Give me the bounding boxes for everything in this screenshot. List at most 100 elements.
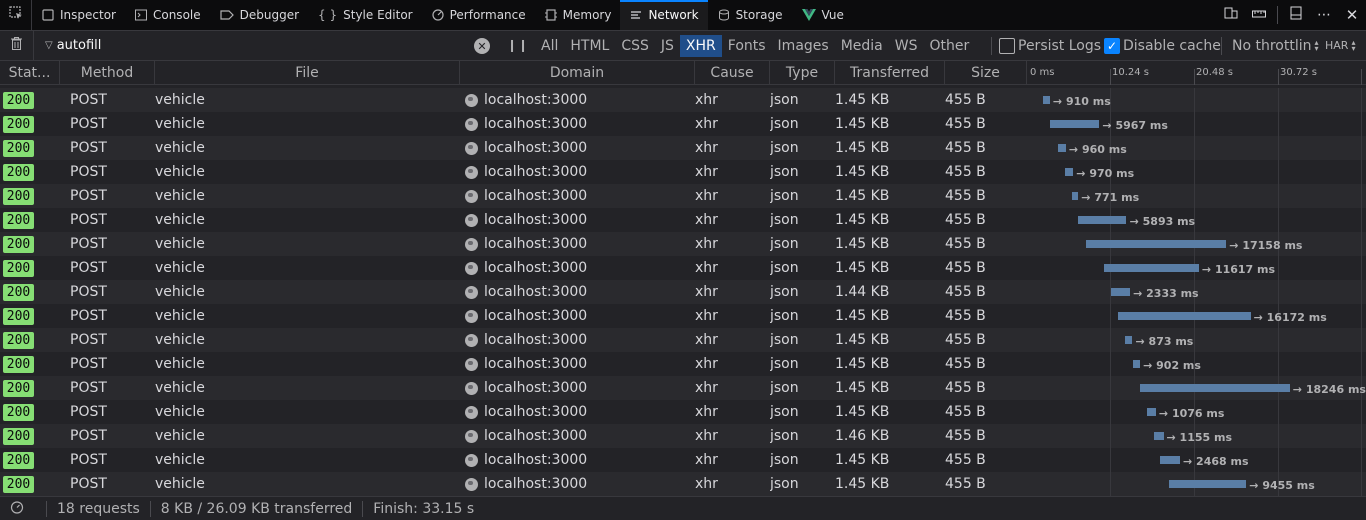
waterfall-grid-line xyxy=(1361,448,1362,472)
waterfall-bar[interactable] xyxy=(1140,384,1290,392)
method-cell: POST xyxy=(70,92,107,108)
waterfall-header[interactable]: 0 ms 10.24 s 20.48 s 30.72 s xyxy=(1027,61,1366,85)
column-type[interactable]: Type xyxy=(770,61,835,85)
tab-memory[interactable]: Memory xyxy=(535,0,621,30)
waterfall-tick-line xyxy=(1361,69,1362,85)
waterfall-bar[interactable] xyxy=(1132,360,1141,368)
transferred-cell: 1.45 KB xyxy=(835,380,890,396)
column-file[interactable]: File xyxy=(155,61,460,85)
dock-options-button[interactable] xyxy=(1282,0,1310,30)
waterfall-bar[interactable] xyxy=(1078,216,1127,224)
column-transferred[interactable]: Transferred xyxy=(835,61,945,85)
timing-value: 960 ms xyxy=(1081,143,1127,156)
filter-html[interactable]: HTML xyxy=(564,35,615,57)
table-row[interactable]: 200 POST vehicle localhost:3000 xhr json 1.45 … xyxy=(0,184,1366,208)
table-row[interactable]: 200 POST vehicle localhost:3000 xhr json 1.45 … xyxy=(0,352,1366,376)
table-row[interactable]: 200 POST vehicle localhost:3000 xhr json 1.44 … xyxy=(0,280,1366,304)
filter-xhr[interactable]: XHR xyxy=(679,34,722,57)
tab-performance[interactable]: Performance xyxy=(422,0,535,30)
waterfall-bar[interactable] xyxy=(1111,288,1131,296)
waterfall-bar[interactable] xyxy=(1072,192,1079,200)
vue-icon xyxy=(801,9,816,21)
type-cell: json xyxy=(770,356,799,372)
tab-storage[interactable]: Storage xyxy=(708,0,792,30)
console-icon xyxy=(134,9,147,21)
measure-button[interactable] xyxy=(1245,0,1273,30)
waterfall-grid-line xyxy=(1278,328,1279,352)
size-cell: 455 B xyxy=(945,284,986,300)
table-row[interactable]: 200 POST vehicle localhost:3000 xhr json 1.45 … xyxy=(0,232,1366,256)
tab-network[interactable]: Network xyxy=(620,0,708,30)
table-row[interactable]: 200 POST vehicle localhost:3000 xhr json 1.45 … xyxy=(0,376,1366,400)
table-row[interactable]: 200 POST vehicle localhost:3000 xhr json 1.45 … xyxy=(0,400,1366,424)
waterfall-bar[interactable] xyxy=(1058,144,1066,152)
filter-js[interactable]: JS xyxy=(655,35,680,57)
waterfall-bar[interactable] xyxy=(1050,120,1100,128)
tab-console[interactable]: Console xyxy=(125,0,210,30)
table-row[interactable]: 200 POST vehicle localhost:3000 xhr json 1.45 … xyxy=(0,136,1366,160)
column-size[interactable]: Size xyxy=(945,61,1027,85)
more-options-button[interactable]: ⋯ xyxy=(1310,0,1338,30)
waterfall-bar[interactable] xyxy=(1065,168,1074,176)
disable-cache-toggle[interactable]: ✓ Disable cache xyxy=(1104,31,1221,60)
filter-all[interactable]: All xyxy=(535,35,564,57)
cause-cell: xhr xyxy=(695,164,718,180)
table-row[interactable]: 200 POST vehicle localhost:3000 xhr json 1.45 … xyxy=(0,208,1366,232)
waterfall-bar[interactable] xyxy=(1147,408,1156,416)
close-devtools-button[interactable]: ✕ xyxy=(1338,0,1366,30)
tab-vue[interactable]: Vue xyxy=(792,0,853,30)
clear-requests-button[interactable] xyxy=(0,37,32,54)
waterfall-bar[interactable] xyxy=(1168,480,1247,488)
tab-inspector[interactable]: Inspector xyxy=(32,0,125,30)
waterfall-bar[interactable] xyxy=(1159,456,1180,464)
clear-filter-button[interactable]: ✕ xyxy=(474,38,490,54)
column-domain[interactable]: Domain xyxy=(460,61,695,85)
size-cell: 455 B xyxy=(945,332,986,348)
table-row[interactable]: 200 POST vehicle localhost:3000 xhr json 1.45 … xyxy=(0,448,1366,472)
table-row[interactable]: 200 POST vehicle localhost:3000 xhr json 1.45 … xyxy=(0,472,1366,496)
persist-logs-checkbox[interactable] xyxy=(999,37,1015,54)
table-row[interactable]: 200 POST vehicle localhost:3000 xhr json 1.46 … xyxy=(0,424,1366,448)
filter-css[interactable]: CSS xyxy=(615,35,655,57)
waterfall-bar[interactable] xyxy=(1042,96,1050,104)
filter-fonts[interactable]: Fonts xyxy=(722,35,772,57)
persist-logs-toggle[interactable]: Persist Logs xyxy=(999,31,1101,60)
table-row[interactable]: 200 POST vehicle localhost:3000 xhr json 1.45 … xyxy=(0,304,1366,328)
timing-value: 18246 ms xyxy=(1305,383,1366,396)
tab-style-editor[interactable]: { } Style Editor xyxy=(308,0,422,30)
waterfall-bar[interactable] xyxy=(1154,432,1164,440)
table-row[interactable]: 200 POST vehicle localhost:3000 xhr json 1.45 … xyxy=(0,328,1366,352)
domain-cell: localhost:3000 xyxy=(484,284,588,300)
size-cell: 455 B xyxy=(945,140,986,156)
waterfall-bar[interactable] xyxy=(1117,312,1251,320)
table-row[interactable]: 200 POST vehicle localhost:3000 xhr json 1.45 … xyxy=(0,256,1366,280)
waterfall-tick: 20.48 s xyxy=(1196,67,1234,78)
table-row[interactable]: 200 POST vehicle localhost:3000 xhr json 1.45 … xyxy=(0,160,1366,184)
filter-input[interactable] xyxy=(56,38,457,53)
disable-cache-checkbox[interactable]: ✓ xyxy=(1104,37,1120,54)
table-row[interactable]: 200 POST vehicle localhost:3000 xhr json 1.45 … xyxy=(0,88,1366,112)
responsive-design-button[interactable] xyxy=(1217,0,1245,30)
filter-other[interactable]: Other xyxy=(923,35,975,57)
tab-label: Console xyxy=(152,8,201,22)
waterfall-bar[interactable] xyxy=(1085,240,1227,248)
method-cell: POST xyxy=(70,308,107,324)
har-menu-button[interactable]: HAR ▴ ▾ xyxy=(1325,31,1355,60)
tab-debugger[interactable]: Debugger xyxy=(210,0,308,30)
pause-recording-button[interactable]: ❙❙ xyxy=(507,38,529,52)
column-status[interactable]: Stat... xyxy=(0,61,60,85)
filter-ws[interactable]: WS xyxy=(889,35,924,57)
waterfall-bar[interactable] xyxy=(1103,264,1199,272)
element-picker-button[interactable] xyxy=(0,0,32,30)
table-row[interactable]: 200 POST vehicle localhost:3000 xhr json 1.45 … xyxy=(0,112,1366,136)
filter-media[interactable]: Media xyxy=(835,35,889,57)
column-cause[interactable]: Cause xyxy=(695,61,770,85)
method-cell: POST xyxy=(70,380,107,396)
file-cell: vehicle xyxy=(155,476,205,492)
filter-images[interactable]: Images xyxy=(772,35,835,57)
waterfall-bar[interactable] xyxy=(1125,336,1133,344)
throttling-select[interactable]: No throttlin ▴ ▾ xyxy=(1232,31,1319,60)
performance-analysis-button[interactable] xyxy=(10,500,24,518)
column-method[interactable]: Method xyxy=(60,61,155,85)
finish-time: Finish: 33.15 s xyxy=(373,500,475,517)
